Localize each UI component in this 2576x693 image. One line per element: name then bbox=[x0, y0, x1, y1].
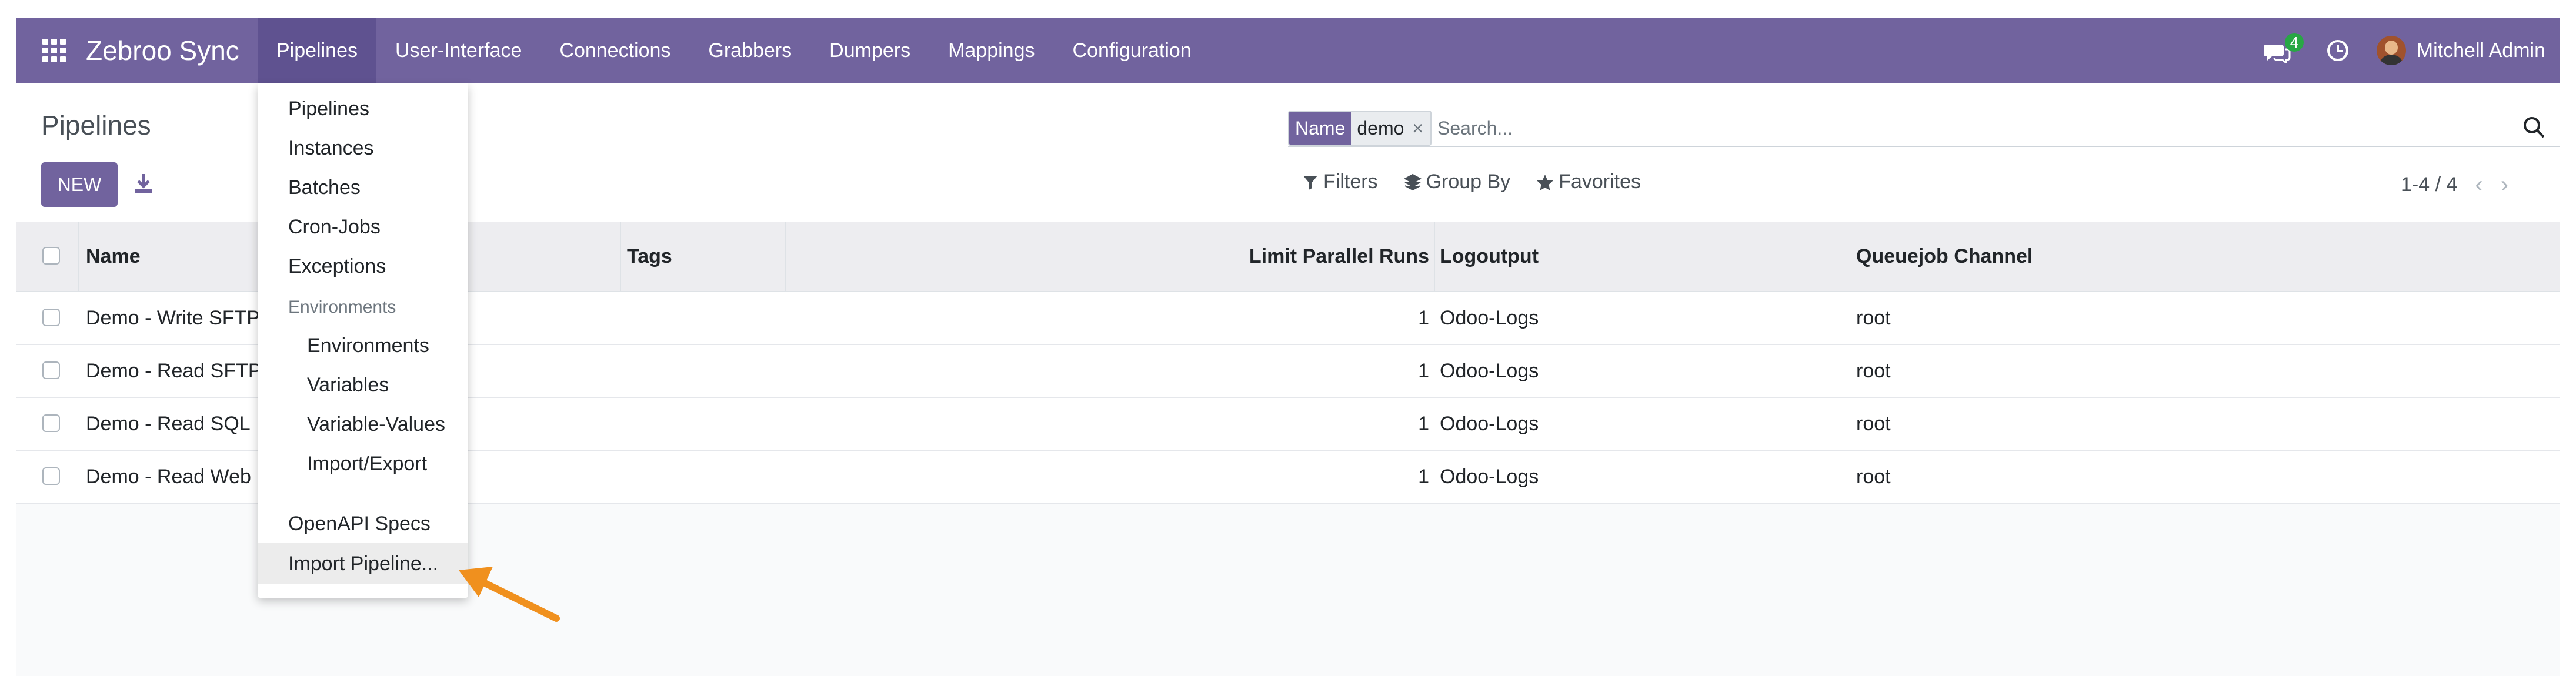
column-header-limit-parallel-runs[interactable]: Limit Parallel Runs bbox=[793, 222, 1429, 291]
dropdown-item-pipelines[interactable]: Pipelines bbox=[288, 98, 369, 120]
row-queuejob-channel: root bbox=[1856, 359, 1891, 382]
dropdown-item-import-pipeline[interactable]: Import Pipeline... bbox=[258, 543, 468, 584]
row-queuejob-channel: root bbox=[1856, 306, 1891, 329]
row-checkbox[interactable] bbox=[42, 467, 60, 485]
row-queuejob-channel: root bbox=[1856, 465, 1891, 488]
row-limit-parallel-runs: 1 bbox=[1418, 465, 1429, 488]
new-button[interactable]: NEW bbox=[41, 162, 118, 207]
facet-name: Name bbox=[1289, 112, 1352, 145]
row-name: Demo - Write SFTP bbox=[86, 306, 260, 329]
page-title[interactable]: Pipelines bbox=[41, 109, 151, 141]
menu-mappings[interactable]: Mappings bbox=[929, 18, 1053, 83]
group-by-label: Group By bbox=[1426, 170, 1511, 193]
column-divider bbox=[785, 222, 786, 291]
row-checkbox[interactable] bbox=[42, 361, 60, 379]
row-limit-parallel-runs: 1 bbox=[1418, 412, 1429, 435]
menu-dumpers[interactable]: Dumpers bbox=[810, 18, 929, 83]
dropdown-item-openapi-specs[interactable]: OpenAPI Specs bbox=[288, 513, 431, 535]
dropdown-item-exceptions[interactable]: Exceptions bbox=[288, 255, 386, 278]
pipelines-dropdown-menu: Pipelines Instances Batches Cron-Jobs Ex… bbox=[258, 83, 468, 598]
column-divider bbox=[1434, 222, 1435, 291]
pager-value[interactable]: 1-4 / 4 bbox=[2401, 173, 2457, 196]
row-logoutput: Odoo-Logs bbox=[1440, 359, 1539, 382]
apps-grid-icon[interactable] bbox=[42, 39, 66, 62]
dropdown-section-environments: Environments bbox=[288, 297, 396, 317]
pager-next-icon[interactable]: › bbox=[2501, 172, 2508, 198]
row-limit-parallel-runs: 1 bbox=[1418, 359, 1429, 382]
search-input[interactable] bbox=[1436, 112, 2438, 145]
row-name: Demo - Read Web bbox=[86, 465, 251, 488]
column-header-name[interactable]: Name bbox=[86, 222, 141, 291]
systray: 4 Mitchell Admin bbox=[2263, 18, 2545, 83]
search-bar: Name demo × bbox=[1288, 109, 2560, 147]
column-header-tags[interactable]: Tags bbox=[627, 222, 672, 291]
pager-previous-icon[interactable]: ‹ bbox=[2475, 172, 2482, 198]
search-options: Filters Group By Favorites bbox=[1302, 170, 1667, 193]
facet-value: demo bbox=[1351, 112, 1410, 145]
favorites-label: Favorites bbox=[1559, 170, 1641, 193]
group-by-toggle[interactable]: Group By bbox=[1403, 170, 1511, 193]
menu-user-interface[interactable]: User-Interface bbox=[376, 18, 540, 83]
download-icon[interactable] bbox=[132, 172, 155, 195]
dropdown-item-batches[interactable]: Batches bbox=[288, 176, 361, 199]
column-header-logoutput[interactable]: Logoutput bbox=[1440, 222, 1539, 291]
column-divider bbox=[620, 222, 621, 291]
menu-configuration[interactable]: Configuration bbox=[1054, 18, 1210, 83]
dropdown-item-import-export[interactable]: Import/Export bbox=[307, 453, 427, 476]
filter-icon bbox=[1303, 175, 1317, 190]
dropdown-item-variable-values[interactable]: Variable-Values bbox=[307, 413, 445, 436]
dropdown-item-variables[interactable]: Variables bbox=[307, 374, 389, 397]
top-menu: Pipelines User-Interface Connections Gra… bbox=[258, 18, 1210, 83]
column-divider bbox=[78, 222, 79, 291]
pager: 1-4 / 4 ‹ › bbox=[2401, 172, 2508, 198]
menu-pipelines[interactable]: Pipelines bbox=[258, 18, 376, 83]
filters-toggle[interactable]: Filters bbox=[1302, 170, 1378, 193]
dropdown-item-cron-jobs[interactable]: Cron-Jobs bbox=[288, 216, 381, 239]
row-logoutput: Odoo-Logs bbox=[1440, 465, 1539, 488]
menu-connections[interactable]: Connections bbox=[540, 18, 689, 83]
app-brand[interactable]: Zebroo Sync bbox=[86, 33, 239, 68]
annotation-arrow-icon bbox=[459, 567, 560, 622]
search-icon[interactable] bbox=[2522, 115, 2547, 140]
dropdown-item-instances[interactable]: Instances bbox=[288, 137, 374, 160]
row-logoutput: Odoo-Logs bbox=[1440, 306, 1539, 329]
main-navbar: Zebroo Sync Pipelines User-Interface Con… bbox=[16, 18, 2560, 83]
user-name[interactable]: Mitchell Admin bbox=[2417, 39, 2545, 62]
row-queuejob-channel: root bbox=[1856, 412, 1891, 435]
row-name: Demo - Read SFTP bbox=[86, 359, 262, 382]
row-name: Demo - Read SQL bbox=[86, 412, 251, 435]
filters-label: Filters bbox=[1323, 170, 1378, 193]
menu-grabbers[interactable]: Grabbers bbox=[689, 18, 810, 83]
select-all-checkbox[interactable] bbox=[42, 247, 60, 265]
activity-clock-icon[interactable] bbox=[2326, 39, 2350, 62]
facet-remove-icon[interactable]: × bbox=[1410, 112, 1431, 145]
star-icon bbox=[1537, 174, 1554, 190]
layers-icon bbox=[1403, 173, 1422, 190]
favorites-toggle[interactable]: Favorites bbox=[1536, 170, 1641, 193]
column-header-queuejob-channel[interactable]: Queuejob Channel bbox=[1856, 222, 2033, 291]
row-logoutput: Odoo-Logs bbox=[1440, 412, 1539, 435]
user-avatar[interactable] bbox=[2376, 36, 2406, 65]
row-checkbox[interactable] bbox=[42, 309, 60, 326]
dropdown-item-environments[interactable]: Environments bbox=[307, 334, 429, 357]
messages-count-badge: 4 bbox=[2284, 33, 2304, 52]
row-checkbox[interactable] bbox=[42, 414, 60, 432]
app-window: Zebroo Sync Pipelines User-Interface Con… bbox=[16, 18, 2560, 676]
row-limit-parallel-runs: 1 bbox=[1418, 306, 1429, 329]
messages-icon[interactable]: 4 bbox=[2263, 33, 2304, 63]
search-facet: Name demo × bbox=[1288, 111, 1432, 146]
